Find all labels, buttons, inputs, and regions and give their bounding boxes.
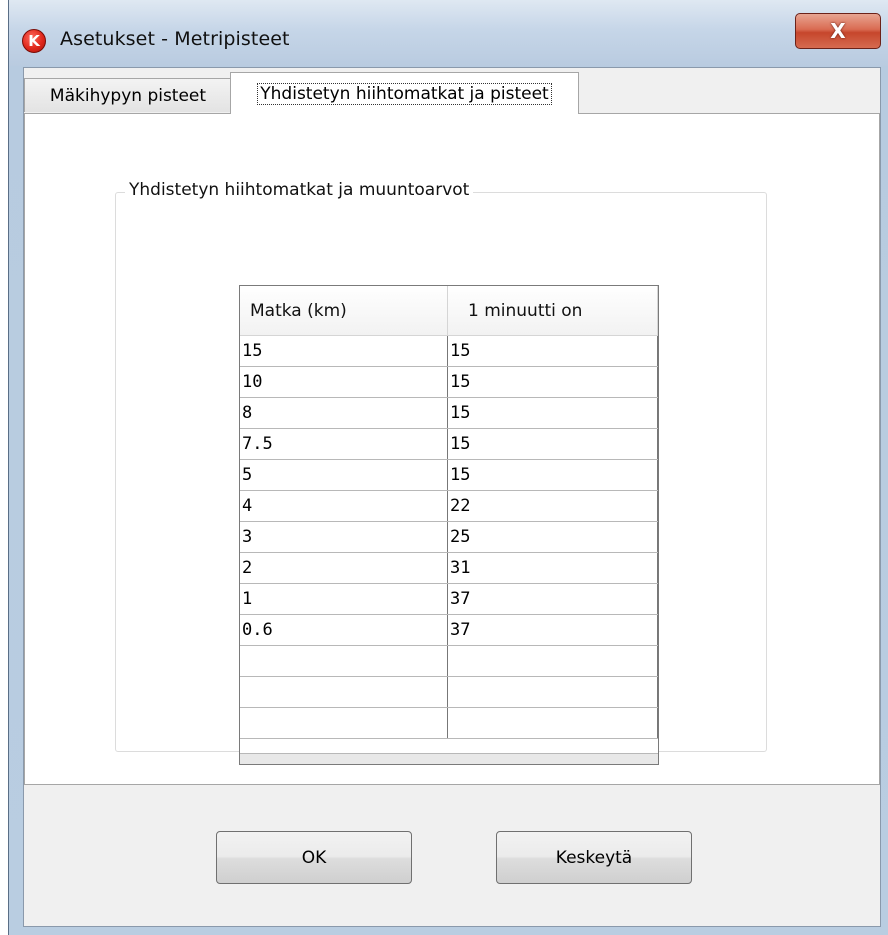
table-row[interactable]: 7.5 15 [240,429,658,460]
cancel-button-label: Keskeytä [555,847,633,868]
table-body: 15 15 10 15 8 15 7.5 15 5 15 4 22 3 25 2 31 1 37 0.6 37 [240,336,658,739]
cell-distance[interactable] [240,677,448,707]
cell-minute-value[interactable]: 15 [448,367,658,397]
app-logo-icon: K [22,29,46,53]
table-row[interactable] [240,708,658,739]
groupbox-title: Yhdistetyn hiihtomatkat ja muuntoarvot [125,180,474,200]
cell-distance[interactable]: 7.5 [240,429,448,459]
close-icon: X [830,19,846,43]
cell-minute-value[interactable]: 15 [448,398,658,428]
cell-distance[interactable]: 5 [240,460,448,490]
tab-panel: Yhdistetyn hiihtomatkat ja muuntoarvot M… [24,113,880,785]
table-row[interactable]: 15 15 [240,336,658,367]
tab-label: Mäkihypyn pisteet [49,85,207,106]
tab-combined-distances[interactable]: Yhdistetyn hiihtomatkat ja pisteet [230,72,579,114]
tab-ski-jump-points[interactable]: Mäkihypyn pisteet [24,78,232,112]
cell-distance[interactable]: 10 [240,367,448,397]
cell-distance[interactable]: 2 [240,553,448,583]
cell-minute-value[interactable]: 37 [448,615,658,645]
cell-minute-value[interactable] [448,677,658,707]
table-row[interactable] [240,677,658,708]
settings-window: K Asetukset - Metripisteet X Mäkihypyn p… [8,0,888,935]
window-title: Asetukset - Metripisteet [60,28,290,50]
cell-distance[interactable] [240,646,448,676]
cell-distance[interactable]: 15 [240,336,448,366]
close-button[interactable]: X [795,13,881,49]
table-footer-edge [240,753,658,764]
cell-minute-value[interactable] [448,646,658,676]
table-row[interactable]: 1 37 [240,584,658,615]
table-header: Matka (km) 1 minuutti on [240,286,658,336]
cell-distance[interactable]: 8 [240,398,448,428]
cancel-button[interactable]: Keskeytä [496,831,692,884]
cell-distance[interactable]: 1 [240,584,448,614]
table-row[interactable]: 10 15 [240,367,658,398]
cell-minute-value[interactable] [448,708,658,738]
ok-button[interactable]: OK [216,831,412,884]
title-bar[interactable]: K Asetukset - Metripisteet X [9,0,888,66]
table-row[interactable]: 3 25 [240,522,658,553]
cell-minute-value[interactable]: 25 [448,522,658,552]
table-row[interactable]: 2 31 [240,553,658,584]
table-row[interactable] [240,646,658,677]
table-row[interactable]: 8 15 [240,398,658,429]
dialog-client-area: Mäkihypyn pisteet Yhdistetyn hiihtomatka… [23,67,881,927]
distance-table[interactable]: Matka (km) 1 minuutti on 15 15 10 15 8 15 7.5 1… [239,285,659,765]
table-row[interactable]: 4 22 [240,491,658,522]
cell-minute-value[interactable]: 15 [448,460,658,490]
cell-minute-value[interactable]: 15 [448,336,658,366]
cell-minute-value[interactable]: 15 [448,429,658,459]
cell-minute-value[interactable]: 22 [448,491,658,521]
table-row[interactable]: 5 15 [240,460,658,491]
cell-distance[interactable]: 0.6 [240,615,448,645]
ok-button-label: OK [301,847,327,868]
cell-distance[interactable] [240,708,448,738]
column-header-distance[interactable]: Matka (km) [240,286,448,336]
cell-minute-value[interactable]: 31 [448,553,658,583]
cell-minute-value[interactable]: 37 [448,584,658,614]
cell-distance[interactable]: 4 [240,491,448,521]
tab-label: Yhdistetyn hiihtomatkat ja pisteet [257,82,552,105]
cell-distance[interactable]: 3 [240,522,448,552]
table-row[interactable]: 0.6 37 [240,615,658,646]
column-header-minute-value[interactable]: 1 minuutti on [448,286,658,336]
